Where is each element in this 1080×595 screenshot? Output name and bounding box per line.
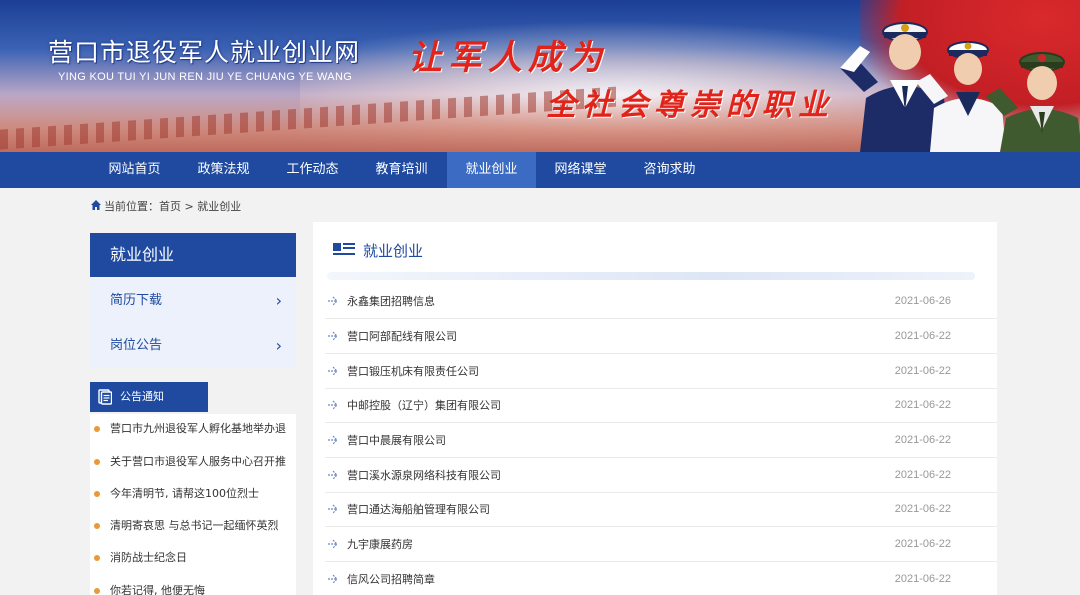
notice-section-title: 公告通知 bbox=[120, 390, 164, 403]
breadcrumb-separator: > bbox=[181, 200, 198, 213]
nav-item-home[interactable]: 网站首页 bbox=[90, 152, 179, 188]
article-date: 2021-06-22 bbox=[894, 399, 951, 411]
article-row[interactable]: 营口阿部配线有限公司 2021-06-22 bbox=[325, 319, 997, 354]
article-date: 2021-06-22 bbox=[894, 573, 951, 585]
main-content-panel: 就业创业 永鑫集团招聘信息 2021-06-26 营口阿部配线有限公司 2021… bbox=[313, 222, 997, 595]
nav-item-employment[interactable]: 就业创业 bbox=[447, 152, 536, 188]
chevron-right-icon: › bbox=[275, 291, 282, 310]
nav-item-training[interactable]: 教育培训 bbox=[357, 152, 446, 188]
article-row[interactable]: 营口通达海船舶管理有限公司 2021-06-22 bbox=[325, 492, 997, 527]
article-row[interactable]: 永鑫集团招聘信息 2021-06-26 bbox=[325, 284, 997, 319]
list-icon bbox=[333, 243, 355, 255]
main-nav: 网站首页 政策法规 工作动态 教育培训 就业创业 网络课堂 咨询求助 bbox=[0, 152, 1080, 188]
breadcrumb-current: 就业创业 bbox=[197, 200, 242, 213]
home-icon bbox=[91, 200, 101, 210]
saluting-soldiers-illustration bbox=[840, 22, 1080, 152]
slogan-line-1: 让军人成为 bbox=[408, 38, 608, 78]
notice-item-text: 清明寄哀思 与总书记一起缅怀英烈 bbox=[110, 519, 279, 532]
nav-item-online-class[interactable]: 网络课堂 bbox=[536, 152, 625, 188]
article-date: 2021-06-22 bbox=[894, 538, 951, 550]
document-icon bbox=[98, 389, 112, 405]
article-title[interactable]: 九宇康展药房 bbox=[347, 527, 413, 562]
arrow-right-icon bbox=[328, 504, 338, 514]
arrow-right-icon bbox=[328, 400, 338, 410]
sidebar-item-label: 岗位公告 bbox=[110, 338, 163, 353]
bullet-icon bbox=[94, 523, 100, 529]
sidebar-item-label: 简历下载 bbox=[110, 293, 163, 308]
article-date: 2021-06-22 bbox=[894, 503, 951, 515]
sidebar-item-resume-download[interactable]: 简历下载 › bbox=[90, 279, 296, 323]
arrow-right-icon bbox=[328, 435, 338, 445]
arrow-right-icon bbox=[328, 296, 338, 306]
article-title[interactable]: 营口通达海船舶管理有限公司 bbox=[347, 492, 490, 527]
slogan-line-2: 全社会尊崇的职业 bbox=[546, 88, 834, 123]
article-date: 2021-06-22 bbox=[894, 469, 951, 481]
article-title[interactable]: 中邮控股（辽宁）集团有限公司 bbox=[347, 388, 501, 423]
article-row[interactable]: 中邮控股（辽宁）集团有限公司 2021-06-22 bbox=[325, 388, 997, 423]
notice-item[interactable]: 关于营口市退役军人服务中心召开推 bbox=[90, 452, 296, 472]
article-row[interactable]: 九宇康展药房 2021-06-22 bbox=[325, 527, 997, 562]
article-title[interactable]: 营口阿部配线有限公司 bbox=[347, 319, 457, 354]
article-title[interactable]: 信风公司招聘简章 bbox=[347, 562, 435, 595]
notice-item[interactable]: 消防战士纪念日 bbox=[90, 548, 296, 568]
article-date: 2021-06-22 bbox=[894, 365, 951, 377]
notice-section-header[interactable]: 公告通知 bbox=[90, 382, 208, 412]
bullet-icon bbox=[94, 588, 100, 594]
bullet-icon bbox=[94, 491, 100, 497]
notice-item-text: 关于营口市退役军人服务中心召开推 bbox=[110, 455, 286, 468]
sidebar-title: 就业创业 bbox=[90, 233, 296, 277]
article-date: 2021-06-22 bbox=[894, 434, 951, 446]
arrow-right-icon bbox=[328, 331, 338, 341]
article-title[interactable]: 营口溪水源泉网络科技有限公司 bbox=[347, 458, 501, 493]
section-title: 就业创业 bbox=[363, 242, 424, 260]
article-date: 2021-06-26 bbox=[894, 295, 951, 307]
notice-item[interactable]: 营口市九州退役军人孵化基地举办退 bbox=[90, 419, 296, 439]
arrow-right-icon bbox=[328, 366, 338, 376]
notice-item-text: 今年清明节, 请帮这100位烈士 bbox=[110, 487, 259, 500]
notice-list: 营口市九州退役军人孵化基地举办退 关于营口市退役军人服务中心召开推 今年清明节,… bbox=[90, 414, 296, 595]
nav-item-news[interactable]: 工作动态 bbox=[268, 152, 357, 188]
notice-item[interactable]: 你若记得, 他便无悔 bbox=[90, 581, 296, 595]
notice-item[interactable]: 今年清明节, 请帮这100位烈士 bbox=[90, 484, 296, 504]
arrow-right-icon bbox=[328, 539, 338, 549]
article-row[interactable]: 营口锻压机床有限责任公司 2021-06-22 bbox=[325, 354, 997, 389]
bullet-icon bbox=[94, 426, 100, 432]
breadcrumb: 当前位置：首页 > 就业创业 bbox=[90, 199, 241, 215]
article-row[interactable]: 营口溪水源泉网络科技有限公司 2021-06-22 bbox=[325, 458, 997, 493]
arrow-right-icon bbox=[328, 470, 338, 480]
article-title[interactable]: 营口中晨展有限公司 bbox=[347, 423, 446, 458]
breadcrumb-prefix: 当前位置： bbox=[104, 200, 159, 213]
notice-item[interactable]: 清明寄哀思 与总书记一起缅怀英烈 bbox=[90, 516, 296, 536]
bullet-icon bbox=[94, 459, 100, 465]
site-title[interactable]: 营口市退役军人就业创业网 bbox=[48, 33, 360, 69]
article-title[interactable]: 营口锻压机床有限责任公司 bbox=[347, 354, 479, 389]
site-pinyin: YING KOU TUI YI JUN REN JIU YE CHUANG YE… bbox=[58, 71, 353, 83]
nav-item-policy[interactable]: 政策法规 bbox=[179, 152, 268, 188]
article-row[interactable]: 信风公司招聘简章 2021-06-22 bbox=[325, 562, 997, 595]
breadcrumb-home-link[interactable]: 首页 bbox=[159, 200, 181, 213]
arrow-right-icon bbox=[328, 574, 338, 584]
chevron-right-icon: › bbox=[275, 336, 282, 355]
article-row[interactable]: 营口中晨展有限公司 2021-06-22 bbox=[325, 423, 997, 458]
article-title[interactable]: 永鑫集团招聘信息 bbox=[347, 284, 435, 319]
article-date: 2021-06-22 bbox=[894, 330, 951, 342]
bullet-icon bbox=[94, 555, 100, 561]
nav-item-consult[interactable]: 咨询求助 bbox=[625, 152, 714, 188]
sidebar-item-job-notices[interactable]: 岗位公告 › bbox=[90, 324, 296, 368]
notice-item-text: 你若记得, 他便无悔 bbox=[110, 584, 205, 595]
notice-item-text: 消防战士纪念日 bbox=[110, 551, 187, 564]
site-banner: 营口市退役军人就业创业网 YING KOU TUI YI JUN REN JIU… bbox=[0, 0, 1080, 152]
section-divider bbox=[327, 272, 975, 280]
notice-item-text: 营口市九州退役军人孵化基地举办退 bbox=[110, 422, 286, 435]
